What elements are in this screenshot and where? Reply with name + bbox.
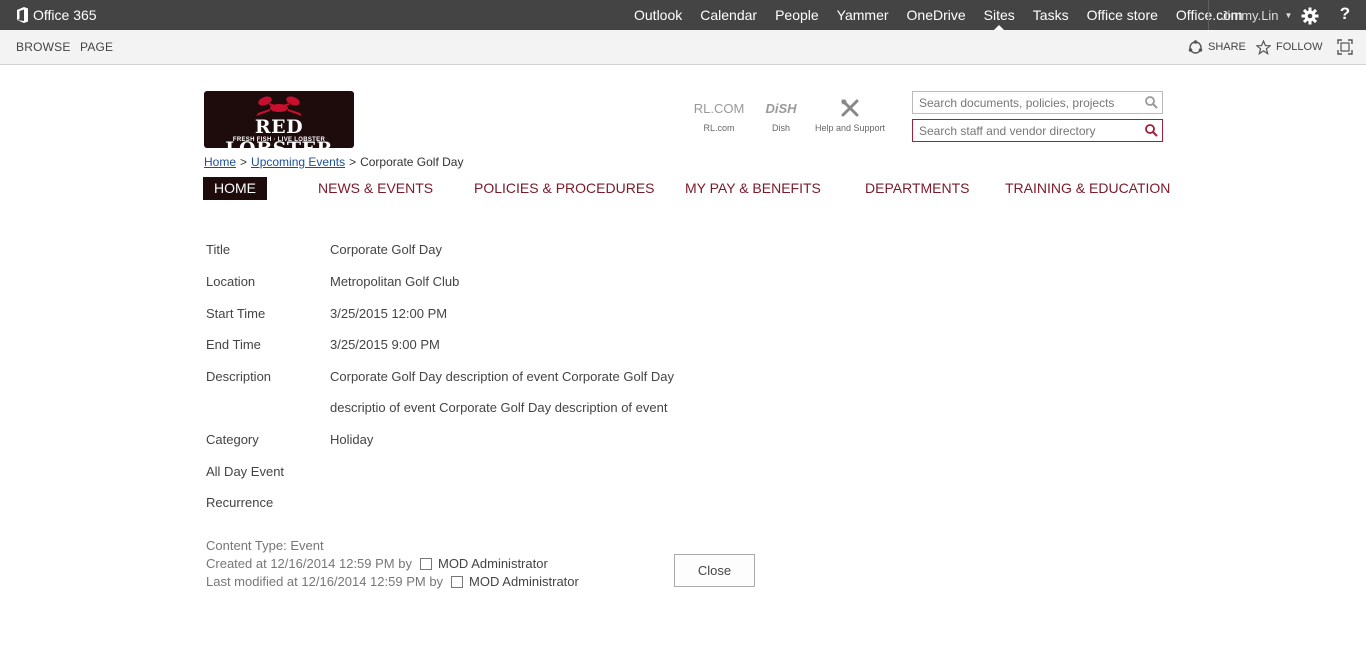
focus-mode-icon[interactable]: [1337, 39, 1353, 55]
field-value-end-time: 3/25/2015 9:00 PM: [330, 337, 440, 352]
search-documents-box: [912, 91, 1163, 114]
created-by-user[interactable]: MOD Administrator: [438, 556, 548, 571]
share-label: SHARE: [1208, 41, 1246, 53]
office365-brand: Office 365: [33, 7, 97, 23]
quicklink-label: Help and Support: [814, 123, 886, 133]
share-button[interactable]: SHARE: [1188, 30, 1246, 64]
search-staff-input[interactable]: [913, 120, 1140, 141]
ql-icon-wrap: [812, 96, 888, 120]
content-type-text: Content Type: Event: [206, 538, 324, 553]
tools-icon: [841, 99, 859, 117]
quicklink-rlcom[interactable]: RL.COM RL.com: [693, 96, 745, 134]
created-info: Created at 12/16/2014 12:59 PM by MOD Ad…: [206, 556, 548, 571]
mainnav-policies-procedures[interactable]: POLICIES & PROCEDURES: [474, 177, 655, 200]
lobster-icon: [256, 96, 302, 116]
field-value-description: Corporate Golf Day description of event …: [330, 369, 674, 384]
mainnav-news-events[interactable]: NEWS & EVENTS: [318, 177, 433, 200]
search-documents-input[interactable]: [913, 92, 1140, 113]
quicklink-label: RL.com: [703, 123, 735, 133]
mainnav-departments[interactable]: DEPARTMENTS: [865, 177, 970, 200]
tab-browse[interactable]: BROWSE: [16, 30, 71, 64]
breadcrumb-upcoming-events[interactable]: Upcoming Events: [251, 155, 345, 169]
user-menu[interactable]: Jimmy.Lin ▼: [1208, 0, 1296, 30]
breadcrumb-separator: >: [240, 155, 248, 169]
logo-tagline: FRESH FISH · LIVE LOBSTER: [232, 137, 326, 143]
breadcrumb-home[interactable]: Home: [204, 155, 236, 169]
search-staff-box: [912, 119, 1163, 142]
suite-nav-people[interactable]: People: [766, 0, 828, 30]
field-label-title: Title: [206, 242, 231, 257]
search-icon: [1144, 124, 1158, 137]
share-icon: [1188, 39, 1203, 54]
suite-nav-yammer[interactable]: Yammer: [828, 0, 898, 30]
field-value-title: Corporate Golf Day: [330, 242, 442, 257]
user-name: Jimmy.Lin: [1221, 7, 1279, 23]
mainnav-pay-benefits[interactable]: MY PAY & BENEFITS: [685, 177, 821, 200]
suite-nav-office-store[interactable]: Office store: [1078, 0, 1167, 30]
suite-nav-onedrive[interactable]: OneDrive: [898, 0, 975, 30]
quicklink-help-support[interactable]: Help and Support: [812, 96, 888, 133]
modified-by-user[interactable]: MOD Administrator: [469, 574, 579, 589]
modified-text: Last modified at 12/16/2014 12:59 PM by: [206, 574, 444, 589]
field-value-location: Metropolitan Golf Club: [330, 274, 460, 289]
logo-brand-text: RED LOBSTER: [225, 116, 332, 148]
ribbon: BROWSE PAGE SHARE FOLLOW: [0, 30, 1366, 65]
created-text: Created at 12/16/2014 12:59 PM by: [206, 556, 412, 571]
suite-bar: Office 365 Outlook Calendar People Yamme…: [0, 0, 1366, 30]
field-label-recurrence: Recurrence: [206, 495, 274, 510]
field-value-start-time: 3/25/2015 12:00 PM: [330, 306, 448, 321]
quicklink-label: Dish: [771, 123, 790, 133]
field-label-description: Description: [206, 369, 272, 384]
close-button[interactable]: Close: [674, 554, 755, 587]
office-icon: [17, 7, 28, 23]
follow-button[interactable]: FOLLOW: [1256, 30, 1322, 64]
mainnav-training-education[interactable]: TRAINING & EDUCATION: [1005, 177, 1170, 200]
field-label-start-time: Start Time: [206, 306, 266, 321]
gear-icon[interactable]: [1300, 6, 1320, 26]
presence-icon[interactable]: [451, 575, 464, 588]
breadcrumb: Home > Upcoming Events > Corporate Golf Day: [204, 155, 463, 169]
help-icon[interactable]: ?: [1336, 4, 1354, 26]
rlcom-icon: RL.COM: [693, 100, 745, 116]
dish-icon: DiSH: [765, 100, 797, 116]
field-value-category: Holiday: [330, 432, 374, 447]
suite-nav: Outlook Calendar People Yammer OneDrive …: [625, 0, 1252, 30]
chevron-down-icon: ▼: [1284, 10, 1293, 20]
search-staff-button[interactable]: [1140, 120, 1162, 141]
field-label-location: Location: [206, 274, 256, 289]
presence-icon[interactable]: [419, 557, 432, 570]
mainnav-home[interactable]: HOME: [203, 177, 267, 200]
modified-info: Last modified at 12/16/2014 12:59 PM by …: [206, 574, 579, 589]
search-documents-button[interactable]: [1140, 92, 1162, 113]
quicklink-dish[interactable]: DiSH Dish: [760, 96, 802, 134]
suite-nav-calendar[interactable]: Calendar: [691, 0, 766, 30]
search-icon: [1144, 96, 1158, 109]
suite-nav-outlook[interactable]: Outlook: [625, 0, 691, 30]
tab-page[interactable]: PAGE: [80, 30, 113, 64]
field-label-end-time: End Time: [206, 337, 261, 352]
suite-nav-sites[interactable]: Sites: [975, 0, 1024, 30]
office365-logo[interactable]: Office 365: [16, 6, 97, 24]
breadcrumb-separator: >: [349, 155, 357, 169]
content-type: Content Type: Event: [206, 538, 324, 553]
red-lobster-logo[interactable]: RED LOBSTER FRESH FISH · LIVE LOBSTER: [204, 91, 354, 148]
field-label-all-day-event: All Day Event: [206, 464, 285, 479]
star-icon: [1256, 39, 1271, 55]
breadcrumb-current: Corporate Golf Day: [360, 155, 464, 169]
field-value-description-cont: descriptio of event Corporate Golf Day d…: [330, 400, 668, 415]
suite-nav-tasks[interactable]: Tasks: [1024, 0, 1078, 30]
follow-label: FOLLOW: [1276, 41, 1323, 53]
field-label-category: Category: [206, 432, 259, 447]
